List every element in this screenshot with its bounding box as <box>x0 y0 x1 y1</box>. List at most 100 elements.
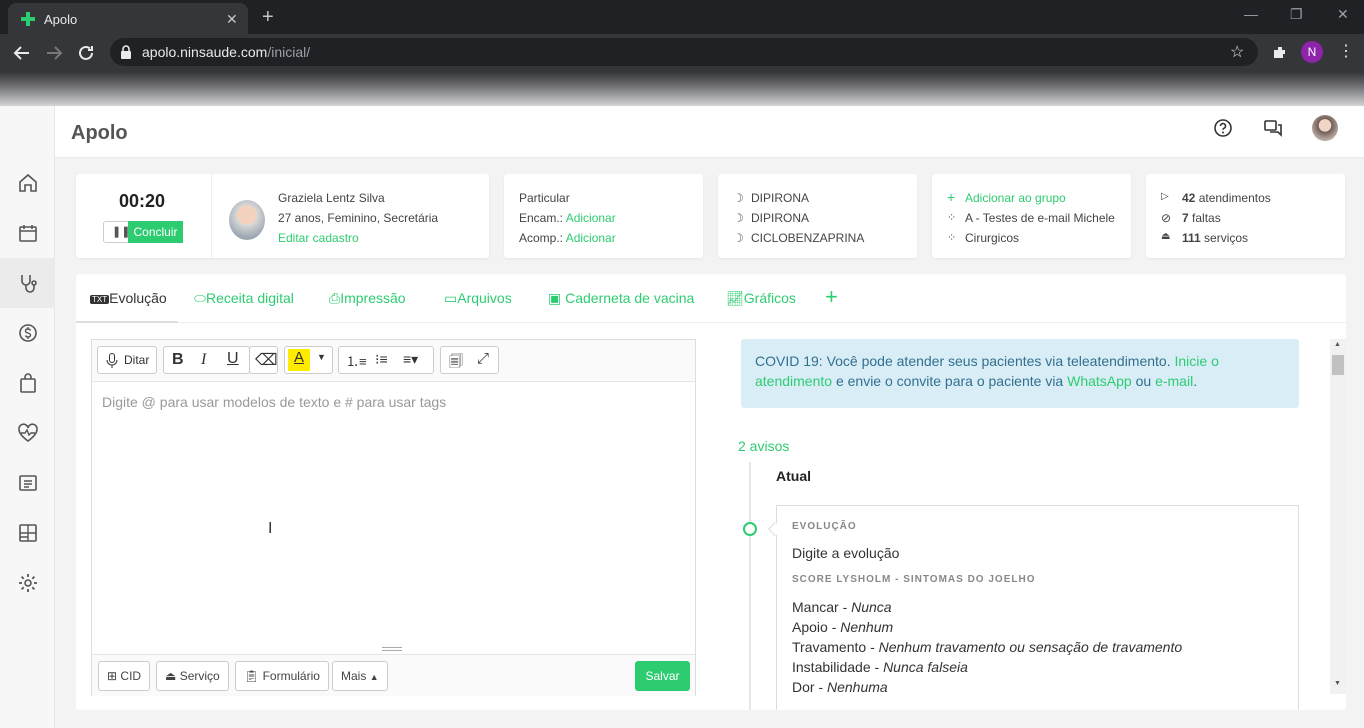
help-icon[interactable] <box>1213 118 1233 138</box>
extensions-icon[interactable] <box>1271 44 1289 62</box>
encam-add-link[interactable]: Adicionar <box>566 211 616 225</box>
email-link[interactable]: e-mail <box>1155 373 1193 389</box>
tab-title: Apolo <box>44 12 78 27</box>
tab-files[interactable]: ▭Arquivos <box>444 290 512 307</box>
dictate-button[interactable]: Ditar <box>97 346 157 374</box>
lock-icon <box>121 45 131 59</box>
form-button[interactable]: 📋︎ Formulário <box>235 661 329 691</box>
acomp-add-link[interactable]: Adicionar <box>566 231 616 245</box>
conclude-button[interactable]: Concluir <box>128 221 183 243</box>
timer-display: 00:20 <box>119 191 166 211</box>
address-bar[interactable]: apolo.ninsaude.com/inicial/ ☆ <box>110 38 1258 66</box>
timeline-node <box>743 522 757 536</box>
eraser-icon: ⌫ <box>255 352 278 369</box>
pill-tag-icon: ⬭ <box>194 290 206 306</box>
service-button[interactable]: ⏏ Serviço <box>156 661 229 691</box>
patient-name: Graziela Lentz Silva <box>278 191 385 205</box>
services-icon: ⏏ <box>1161 231 1171 242</box>
editor-placeholder[interactable]: Digite @ para usar modelos de texto e # … <box>102 394 446 410</box>
settings-gear-icon[interactable] <box>17 572 39 594</box>
timeline-line <box>749 462 751 710</box>
tab-vaccine[interactable]: ▣ Caderneta de vacina <box>548 290 694 307</box>
new-tab-icon[interactable]: + <box>262 6 274 29</box>
medication-item: DIPIRONA <box>751 211 810 225</box>
editor-footer: ⊞ CID ⏏ Serviço 📋︎ Formulário Mais ▲ Sal… <box>92 654 695 696</box>
paste-icon[interactable]: 🗐︎ <box>449 351 463 375</box>
resize-handle[interactable] <box>382 647 402 651</box>
covid-alert: COVID 19: Você pode atender seus pacient… <box>741 339 1299 408</box>
service-icon: ⏏ <box>165 669 177 683</box>
home-icon[interactable] <box>17 172 39 194</box>
cid-icon: ⊞ <box>107 669 118 683</box>
add-to-group-link[interactable]: Adicionar ao grupo <box>965 191 1066 205</box>
absence-icon: ⊘ <box>1161 211 1172 225</box>
insert-group: 🗐︎ ⤢ <box>440 346 499 374</box>
score-item: Mancar - Nunca <box>792 599 892 615</box>
heart-pulse-icon[interactable] <box>17 422 39 444</box>
dashboard-icon[interactable] <box>17 522 39 544</box>
align-icon[interactable]: ≡▾ <box>403 351 418 368</box>
back-icon[interactable] <box>13 44 31 62</box>
medication-item: CICLOBENZAPRINA <box>751 231 865 245</box>
forward-icon[interactable] <box>45 44 63 62</box>
scrollbar[interactable]: ▲ ▼ <box>1330 339 1346 694</box>
tab-prescription[interactable]: ⬭Receita digital <box>194 290 294 307</box>
close-window-icon[interactable]: ✕ <box>1337 6 1349 23</box>
highlight-group[interactable]: A ▼ <box>284 346 333 374</box>
score-item: Apoio - Nenhum <box>792 619 894 635</box>
bookmark-star-icon[interactable]: ☆ <box>1230 42 1244 62</box>
scroll-up-icon[interactable]: ▲ <box>1334 341 1341 348</box>
shopping-bag-icon[interactable] <box>17 372 39 394</box>
restore-icon[interactable]: ❐ <box>1290 6 1303 23</box>
medication-item: DIPIRONA <box>751 191 810 205</box>
document-list-icon[interactable] <box>17 472 39 494</box>
stethoscope-icon[interactable] <box>17 272 39 294</box>
save-button[interactable]: Salvar <box>635 661 690 691</box>
attendances-stat: 42 atendimentos <box>1182 191 1271 205</box>
patient-photo <box>229 200 265 240</box>
underline-icon[interactable]: U <box>227 350 239 368</box>
scrollbar-thumb[interactable] <box>1332 355 1344 375</box>
clear-format-button[interactable]: ⌫ <box>249 346 278 374</box>
notices-link[interactable]: 2 avisos <box>738 438 789 454</box>
stats-card: ▷ 42 atendimentos ⊘ 7 faltas ⏏ 111 servi… <box>1146 174 1345 258</box>
browser-menu-icon[interactable]: ⋮ <box>1338 41 1354 61</box>
calendar-icon[interactable] <box>17 222 39 244</box>
reload-icon[interactable] <box>77 44 95 62</box>
italic-icon[interactable]: I <box>201 351 206 369</box>
cid-button[interactable]: ⊞ CID <box>98 661 151 691</box>
clipboard-icon: 📋︎ <box>244 669 260 683</box>
timeline-entry: EVOLUÇÃO Digite a evolução SCORE LYSHOLM… <box>776 505 1299 710</box>
add-tab-icon[interactable]: + <box>825 284 838 310</box>
close-tab-icon[interactable]: ✕ <box>226 11 238 28</box>
encam-row: Encam.: Adicionar <box>519 211 616 225</box>
tab-evolution[interactable]: TXT Evolução <box>90 290 167 306</box>
tab-print[interactable]: ⎙Impressão <box>329 290 406 307</box>
tab-charts[interactable]: 📈︎Gráficos <box>726 290 796 307</box>
ordered-list-icon[interactable]: ⒈≡ <box>346 351 367 370</box>
plus-icon[interactable]: + <box>947 189 955 205</box>
minimize-icon[interactable]: — <box>1244 6 1258 22</box>
profile-avatar[interactable]: N <box>1301 41 1323 63</box>
bookmarks-bar-blurred <box>0 72 1364 106</box>
score-list: Mancar - Nunca Apoio - Nenhum Travamento… <box>792 597 1182 697</box>
score-item: Travamento - Nenhum travamento ou sensaç… <box>792 639 1183 655</box>
bullet-list-icon[interactable]: ⁝≡ <box>375 351 388 368</box>
bold-icon[interactable]: B <box>172 351 184 369</box>
printer-icon: ⎙ <box>329 290 341 306</box>
acomp-row: Acomp.: Adicionar <box>519 231 616 245</box>
group-item[interactable]: Cirurgicos <box>965 231 1019 245</box>
absences-stat: 7 faltas <box>1182 211 1221 225</box>
money-icon[interactable] <box>17 322 39 344</box>
edit-patient-link[interactable]: Editar cadastro <box>278 231 359 245</box>
browser-tab[interactable]: Apolo ✕ <box>8 3 248 34</box>
chat-icon[interactable] <box>1263 118 1283 138</box>
user-avatar[interactable] <box>1312 115 1338 141</box>
txt-icon: TXT <box>90 294 110 304</box>
favicon-icon <box>21 12 35 26</box>
more-button[interactable]: Mais ▲ <box>332 661 388 691</box>
scroll-down-icon[interactable]: ▼ <box>1334 680 1341 687</box>
fullscreen-icon[interactable]: ⤢ <box>477 350 489 367</box>
group-item[interactable]: A - Testes de e-mail Michele <box>965 211 1115 225</box>
whatsapp-link[interactable]: WhatsApp <box>1067 373 1132 389</box>
